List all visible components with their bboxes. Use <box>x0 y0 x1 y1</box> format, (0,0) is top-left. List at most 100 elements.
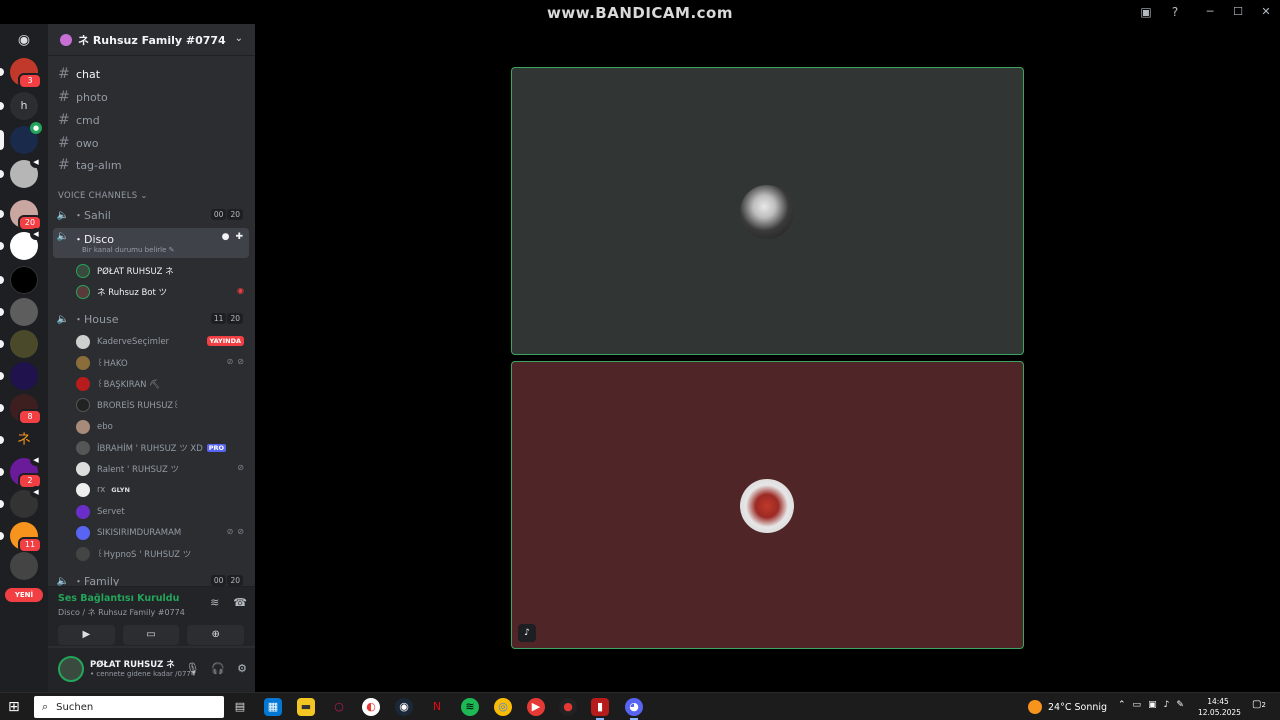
channel-chat[interactable]: # chat <box>58 65 100 83</box>
clock-date: 12.05.2025 <box>1198 708 1241 717</box>
soundboard-icon[interactable]: ♪ <box>518 624 536 642</box>
voice-channel-disco[interactable]: 🔈 ・Disco Bir kanal durumu belirle ✎ ● ✚ <box>53 228 249 258</box>
network-icon[interactable]: ▣ <box>1148 700 1157 710</box>
server-icon[interactable]: ネ <box>0 426 38 454</box>
server-icon[interactable]: 20 <box>0 200 42 231</box>
voice-channel-sahil[interactable]: 🔈 ・Sahil 00 20 <box>53 205 249 225</box>
task-view-icon[interactable]: ▤ <box>231 698 249 716</box>
netflix-icon[interactable]: N <box>428 698 446 716</box>
inbox-icon[interactable]: ▣ <box>1138 4 1154 20</box>
app-icon[interactable]: ◐ <box>362 698 380 716</box>
server-icon[interactable] <box>0 266 38 294</box>
server-icon[interactable] <box>0 330 38 358</box>
participant-tile[interactable]: ♪ <box>511 361 1024 649</box>
discord-home-button[interactable]: ◉ <box>10 26 38 54</box>
voice-user[interactable]: PØŁAT RUHSUZ ネ <box>76 261 248 281</box>
channel-tag-alim[interactable]: # tag-alım <box>58 156 122 174</box>
discord-icon[interactable]: ◕ <box>625 698 643 720</box>
gear-icon[interactable]: ⚙ <box>237 662 247 675</box>
voice-user[interactable]: Ralent ' RUHSUZ ツ ⊘ <box>76 459 248 479</box>
user-name[interactable]: PØŁAT RUHSUZ ネ <box>90 658 175 670</box>
minimize-button[interactable]: ─ <box>1196 0 1224 24</box>
server-icon[interactable]: 8 <box>0 394 42 425</box>
maximize-button[interactable]: ☐ <box>1224 0 1252 24</box>
server-icon[interactable] <box>10 552 38 580</box>
user-status[interactable]: • cennete gidene kadar /0774 <box>90 670 195 678</box>
server-icon[interactable]: ◀ <box>0 486 42 518</box>
headphones-icon[interactable]: 🎧 <box>211 662 225 675</box>
channel-status-hint[interactable]: Bir kanal durumu belirle ✎ <box>82 246 175 254</box>
voice-user-name: ꒰BAŞKIRAN ⛏ <box>97 379 160 390</box>
clock[interactable]: 14:45 12.05.2025 <box>1198 696 1241 718</box>
chevron-down-icon[interactable]: ⌄ <box>235 33 243 44</box>
deafened-icon: ⊘ <box>237 527 244 536</box>
windows-start-icon[interactable]: ⊞ <box>8 699 24 715</box>
chevron-up-icon[interactable]: ⌃ <box>1118 700 1126 710</box>
bandicam-icon[interactable]: ▮ <box>591 698 609 720</box>
user-controls: 🎙 🎧 ⚙ <box>185 662 247 675</box>
screen-share-button[interactable]: ▭ <box>122 625 180 645</box>
voice-location[interactable]: Disco / ネ Ruhsuz Family #0774 <box>58 607 185 618</box>
participant-tile[interactable] <box>511 67 1024 355</box>
disconnect-icon[interactable]: ☎ <box>233 596 247 609</box>
voice-user[interactable]: Servet <box>76 502 248 522</box>
voice-user[interactable]: ꒰HAKO ⊘ ⊘ <box>76 353 248 373</box>
hash-icon: # <box>58 157 70 173</box>
clock-time: 14:45 <box>1207 697 1229 706</box>
avatar[interactable] <box>58 656 84 682</box>
record-icon[interactable]: ● <box>559 698 577 716</box>
camera-button[interactable]: ▶ <box>58 625 115 645</box>
discord-app: www.BANDICAM.com ▣ ? ─ ☐ ✕ ◉ 3 h ● ◀ 32 … <box>0 0 1280 692</box>
channel-photo[interactable]: # photo <box>58 88 108 106</box>
help-icon[interactable]: ? <box>1167 4 1183 20</box>
display-icon[interactable]: ▭ <box>1133 700 1142 710</box>
steam-icon[interactable]: ◉ <box>395 698 413 716</box>
file-explorer-icon[interactable]: ▬ <box>297 698 315 716</box>
server-header[interactable]: ネ Ruhsuz Family #0774 ⌄ <box>48 24 255 56</box>
chat-bubble-icon[interactable]: ● <box>222 232 230 242</box>
taskbar-search[interactable]: ⌕ Suchen <box>34 696 224 718</box>
search-icon: ⌕ <box>42 700 49 713</box>
noise-suppression-icon[interactable]: ≋ <box>210 596 219 609</box>
server-icon[interactable]: ◀ 2 <box>0 454 42 489</box>
volume-icon[interactable]: ♪ <box>1164 700 1170 710</box>
server-icon[interactable]: ● <box>0 122 42 154</box>
notification-icon[interactable]: ▢2 <box>1252 699 1266 710</box>
server-icon[interactable]: ◀ <box>0 228 42 260</box>
opera-icon[interactable]: ○ <box>330 698 348 716</box>
store-icon[interactable]: ▦ <box>264 698 282 716</box>
voice-user[interactable]: ꒰BAŞKIRAN ⛏ <box>76 374 248 394</box>
channel-owo[interactable]: # owo <box>58 134 98 152</box>
voice-user[interactable]: KaderveSeçimler YAYINDA <box>76 332 248 352</box>
server-icon[interactable] <box>0 298 38 326</box>
microphone-icon[interactable]: 🎙 <box>185 662 199 675</box>
voice-status[interactable]: Ses Bağlantısı Kuruldu <box>58 593 179 604</box>
pen-icon[interactable]: ✎ <box>1176 700 1184 710</box>
close-button[interactable]: ✕ <box>1252 0 1280 24</box>
unread-badge: 3 <box>18 73 42 89</box>
voice-user[interactable]: İBRAHİM ' RUHSUZ ツ XD PRO <box>76 438 248 458</box>
voice-channel-house[interactable]: 🔈 ・House 11 20 <box>53 309 249 329</box>
chrome-icon[interactable]: ◎ <box>494 698 512 716</box>
hash-icon: # <box>58 112 70 128</box>
media-player-icon[interactable]: ▶ <box>527 698 545 716</box>
voice-user[interactable]: ebo <box>76 417 248 437</box>
voice-user-name: ebo <box>97 422 113 432</box>
voice-user[interactable]: SIKISIRIMDURAMAM ⊘ ⊘ <box>76 523 248 543</box>
invite-user-icon[interactable]: ✚ <box>235 232 243 242</box>
server-icon[interactable]: 11 <box>0 522 42 553</box>
avatar <box>76 505 90 519</box>
channel-cmd[interactable]: # cmd <box>58 111 100 129</box>
server-icon[interactable] <box>0 362 38 390</box>
server-icon[interactable]: 3 <box>0 58 42 89</box>
voice-category-header[interactable]: VOICE CHANNELS ⌄ <box>58 191 148 201</box>
voice-user[interactable]: ꒰HypnoS ' RUHSUZ ツ <box>76 544 248 564</box>
voice-user[interactable]: ネ Ruhsuz Bot ツ ◉ <box>76 282 248 302</box>
voice-user[interactable]: BROREİS RUHSUZ꒰ <box>76 395 248 415</box>
spotify-icon[interactable]: ≋ <box>461 698 479 716</box>
weather-widget[interactable]: 24°C Sonnig <box>1028 700 1107 714</box>
channel-label: chat <box>76 67 101 81</box>
server-icon[interactable]: h <box>0 92 38 120</box>
voice-user[interactable]: rx GLYN <box>76 480 248 500</box>
activities-button[interactable]: ⊕ <box>187 625 245 645</box>
